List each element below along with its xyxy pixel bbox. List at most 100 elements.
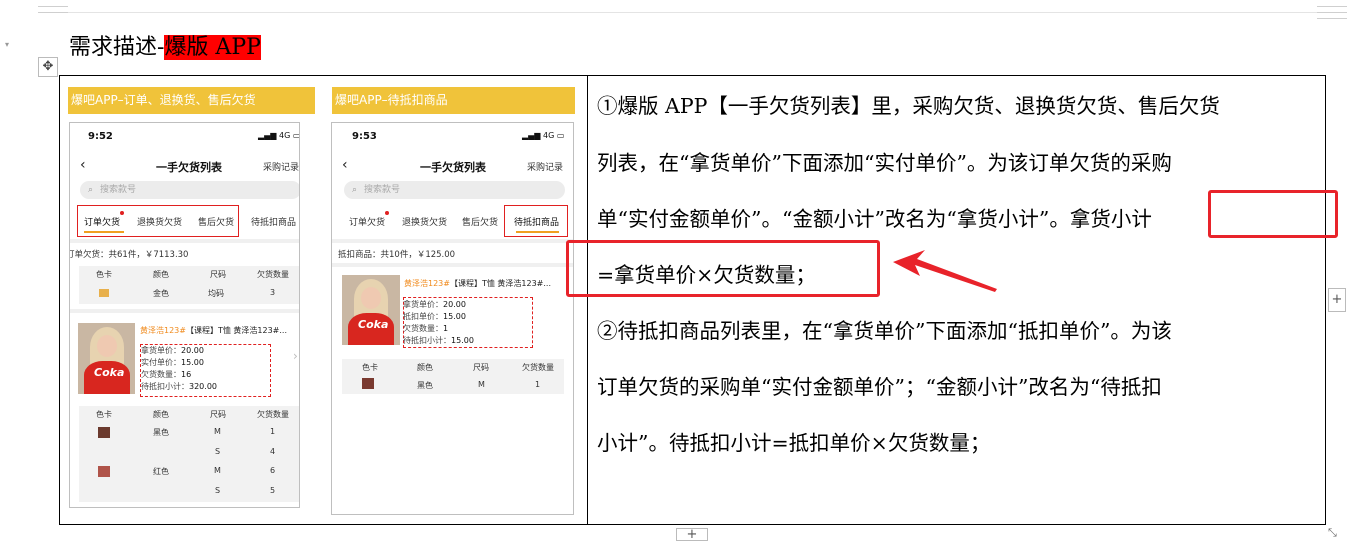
table-cell: 均码 — [208, 289, 224, 298]
color-swatch — [98, 427, 110, 438]
annotation-box — [1208, 190, 1338, 238]
tab-pending-deduction[interactable]: 待抵扣商品 — [251, 215, 296, 228]
table-header: 颜色 — [153, 270, 169, 279]
detail-line: 实付单价：15.00 — [141, 358, 204, 367]
tab-aftersale-shortage[interactable]: 售后欠货 — [462, 215, 498, 228]
search-input[interactable]: ⌕ 搜索款号 — [344, 181, 565, 199]
table-cell: 1 — [535, 380, 541, 389]
tabs-highlight-box — [77, 205, 239, 237]
separator — [70, 309, 299, 313]
back-icon[interactable]: ‹ — [80, 157, 86, 173]
color-swatch — [99, 289, 109, 297]
status-time: 9:52 — [88, 131, 113, 142]
text-line-7: 小计”。待抵扣小计=抵扣单价×欠货数量； — [597, 431, 991, 455]
table-header: 欠货数量 — [257, 270, 289, 279]
chevron-right-icon[interactable]: › — [293, 349, 298, 363]
summary-text: 订单欠货：共61件，￥7113.30 — [69, 250, 189, 260]
product-name: 黄泽浩123#【课程】T恤 黄泽浩123#... — [140, 326, 288, 335]
table-header: 颜色 — [153, 410, 169, 419]
status-time: 9:53 — [352, 131, 377, 142]
requirements-table: 爆吧APP–订单、退换货、售后欠货 9:52 ▂▄▆ 4G ▭ ‹ 一手欠货列表… — [59, 75, 1326, 525]
table-column-divider — [587, 76, 588, 524]
text-line-3: 单“实付金额单价”。“金额小计”改名为“拿货小计”。拿货小计 — [597, 207, 1152, 231]
table-header: 尺码 — [210, 270, 226, 279]
table-cell: 黑色 — [417, 381, 433, 390]
purchase-records-link[interactable]: 采购记录 — [527, 160, 563, 173]
screen2-phone: 9:53 ▂▄▆ 4G ▭ ‹ 一手欠货列表 采购记录 ⌕ 搜索款号 订单欠货 退… — [331, 122, 574, 515]
margin-mark — [38, 12, 68, 13]
table-cell: S — [215, 486, 221, 495]
tab-order-shortage[interactable]: 订单欠货 — [349, 215, 385, 228]
heading-prefix: 需求描述- — [69, 35, 165, 60]
tab-return-shortage[interactable]: 退换货欠货 — [402, 215, 447, 228]
table-header: 颜色 — [417, 363, 433, 372]
search-input[interactable]: ⌕ 搜索款号 — [80, 181, 299, 199]
page-top-line — [68, 12, 1317, 13]
table-resize-handle-icon[interactable]: ⤡ — [1328, 526, 1337, 540]
margin-mark — [1317, 6, 1347, 7]
margin-mark — [1317, 12, 1347, 13]
table-cell: 1 — [270, 427, 276, 436]
screen-title: 一手欠货列表 — [156, 161, 222, 174]
detail-line: 欠货数量：1 — [403, 324, 449, 333]
separator — [70, 239, 299, 243]
detail-line: 欠货数量：16 — [141, 370, 192, 379]
table-cell: 3 — [270, 288, 276, 297]
table-cell: 红色 — [153, 467, 169, 476]
table-cell: 6 — [270, 466, 276, 475]
purchase-records-link[interactable]: 采购记录 — [263, 160, 299, 173]
separator — [332, 239, 573, 243]
separator — [332, 263, 573, 267]
status-icons: ▂▄▆ 4G ▭ — [522, 131, 565, 140]
product-image: Coka — [78, 323, 135, 394]
table-cell: 金色 — [153, 289, 169, 298]
back-icon[interactable]: ‹ — [342, 157, 348, 173]
search-icon: ⌕ — [88, 185, 94, 195]
page-title: 需求描述-爆版 APP — [69, 33, 261, 63]
tab-red-dot — [385, 211, 389, 215]
table-cell: S — [215, 447, 221, 456]
table-header: 欠货数量 — [522, 363, 554, 372]
table-header: 尺码 — [210, 410, 226, 419]
add-column-button[interactable]: + — [1328, 288, 1346, 312]
table-cell: M — [478, 380, 485, 389]
text-line-6: 订单欠货的采购单“实付金额单价”；“金额小计”改名为“待抵扣 — [597, 375, 1162, 399]
table-header: 欠货数量 — [257, 410, 289, 419]
table-header: 色卡 — [362, 363, 378, 372]
table-cell: 5 — [270, 486, 276, 495]
heading-highlight: 爆版 APP — [164, 35, 261, 60]
margin-mark — [38, 6, 68, 7]
text-line-2: 列表，在“拿货单价”下面添加“实付单价”。为该订单欠货的采购 — [597, 151, 1172, 175]
color-swatch — [362, 378, 374, 389]
table-header: 色卡 — [96, 270, 112, 279]
search-icon: ⌕ — [352, 185, 358, 195]
table-cell: 4 — [270, 447, 276, 456]
annotation-box — [566, 240, 880, 297]
add-row-button[interactable]: + — [676, 528, 708, 541]
table-cell: M — [214, 466, 221, 475]
text-line-1: ①爆版 APP【一手欠货列表】里，采购欠货、退换货欠货、售后欠货 — [597, 94, 1220, 118]
collapse-arrow-icon[interactable]: ▾ — [5, 40, 9, 49]
text-line-5: ②待抵扣商品列表里，在“拿货单价”下面添加“抵扣单价”。为该 — [597, 319, 1172, 343]
detail-line: 待抵扣小计：15.00 — [403, 336, 474, 345]
screen-title: 一手欠货列表 — [420, 161, 486, 174]
table-move-handle-icon[interactable]: ✥ — [38, 57, 58, 77]
product-name: 黄泽浩123#【课程】T恤 黄泽浩123#... — [404, 279, 552, 288]
status-icons: ▂▄▆ 4G ▭ — [258, 131, 300, 140]
table-cell: 黑色 — [153, 428, 169, 437]
screen2-caption: 爆吧APP–待抵扣商品 — [332, 87, 575, 114]
detail-line: 抵扣单价：15.00 — [403, 312, 466, 321]
detail-line: 拿货单价：20.00 — [141, 346, 204, 355]
detail-line: 待抵扣小计：320.00 — [141, 382, 217, 391]
table-cell: M — [214, 427, 221, 436]
table-header: 尺码 — [473, 363, 489, 372]
product-image: Coka — [342, 275, 400, 345]
summary-text: 抵扣商品：共10件，￥125.00 — [338, 250, 456, 260]
tab-highlight-box — [504, 205, 568, 237]
color-swatch — [98, 466, 110, 477]
detail-line: 拿货单价：20.00 — [403, 300, 466, 309]
screen1-phone: 9:52 ▂▄▆ 4G ▭ ‹ 一手欠货列表 采购记录 ⌕ 搜索款号 订单欠货 退… — [69, 122, 300, 508]
table-header: 色卡 — [96, 410, 112, 419]
margin-mark — [1317, 18, 1347, 19]
screen1-caption: 爆吧APP–订单、退换货、售后欠货 — [68, 87, 315, 114]
